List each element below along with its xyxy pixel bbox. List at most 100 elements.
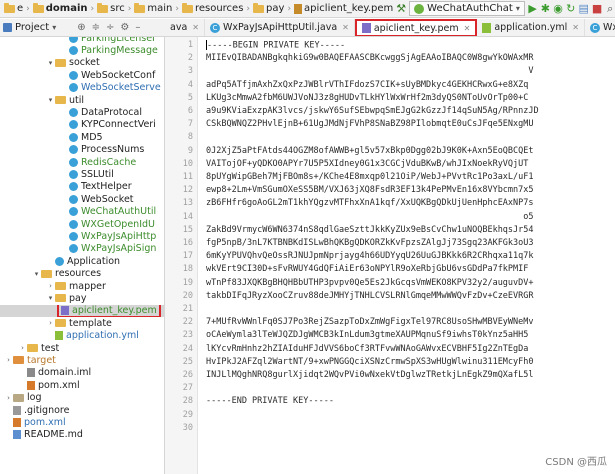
tree-item[interactable]: › template xyxy=(0,317,164,329)
chevron-down-icon[interactable]: ▾ xyxy=(52,23,56,32)
expand-arrow-icon[interactable]: › xyxy=(4,394,13,402)
tree-item[interactable]: application.yml xyxy=(0,330,164,342)
tree-item[interactable]: README.md xyxy=(0,429,164,441)
close-icon[interactable]: ✕ xyxy=(572,23,579,32)
line-number: 21 xyxy=(182,304,193,314)
class-icon xyxy=(69,194,78,204)
class-icon xyxy=(69,244,78,254)
breadcrumb-item[interactable]: pay xyxy=(253,2,284,14)
tree-item[interactable]: › mapper xyxy=(0,280,164,292)
expand-arrow-icon[interactable]: › xyxy=(46,282,55,290)
tree-item[interactable]: TextHelper xyxy=(0,181,164,193)
run-icon[interactable]: ▶ xyxy=(528,2,538,15)
tree-item[interactable]: ▾ resources xyxy=(0,268,164,280)
code-editor[interactable]: -----BEGIN PRIVATE KEY----- MIIEvQIBADANB… xyxy=(199,37,615,474)
expand-arrow-icon[interactable]: › xyxy=(4,356,13,364)
debug-icon[interactable]: ✱ xyxy=(541,2,551,15)
tree-item[interactable]: WxPayJsApiSign xyxy=(0,243,164,255)
tree-item[interactable]: ▾ util xyxy=(0,94,164,106)
tree-item[interactable]: MD5 xyxy=(0,131,164,143)
close-icon[interactable]: ✕ xyxy=(192,23,199,32)
tree-item[interactable]: › log xyxy=(0,392,164,404)
code-line: ZakBd9VrmycW6WN6374nS8qdlGaeSzttJkkKyZUx… xyxy=(206,224,534,235)
breadcrumb-item[interactable]: domain xyxy=(32,2,88,14)
tree-item[interactable]: WebSocket xyxy=(0,193,164,205)
tree-item-label: SSLUtil xyxy=(81,168,114,180)
tree-item[interactable]: .gitignore xyxy=(0,404,164,416)
tab-application-yml[interactable]: application.yml ✕ xyxy=(477,19,585,36)
tree-item[interactable]: Application xyxy=(0,255,164,267)
locate-icon[interactable]: ⊕ xyxy=(77,22,85,33)
expand-icon[interactable]: ÷ xyxy=(106,22,114,33)
tree-item-label: pom.xml xyxy=(38,379,80,391)
tab-apiclient-key-pem[interactable]: apiclient_key.pem ✕ xyxy=(354,19,478,36)
run-configuration-select[interactable]: WeChatAuthChat ▾ xyxy=(409,1,525,16)
class-icon xyxy=(69,37,78,43)
tree-item[interactable]: pom.xml xyxy=(0,379,164,391)
tree-item[interactable]: WebSocketServe xyxy=(0,82,164,94)
chevron-right-icon: › xyxy=(246,3,251,14)
tree-item[interactable]: › target xyxy=(0,354,164,366)
tree-item[interactable]: KYPConnectVeri xyxy=(0,119,164,131)
tree-item[interactable]: RedisCache xyxy=(0,156,164,168)
breadcrumb-item[interactable]: apiclient_key.pem xyxy=(294,3,393,14)
breadcrumb-item[interactable]: e xyxy=(4,2,23,14)
tree-item[interactable]: WebSocketConf xyxy=(0,69,164,81)
project-panel-label[interactable]: Project xyxy=(15,22,49,33)
folder-icon xyxy=(55,96,66,104)
gear-icon[interactable]: ⚙ xyxy=(120,22,129,33)
code-line: 0J2XjZ5aPtFAtds44OGZM8ofAWWB+gl5v57xBkp0… xyxy=(206,145,534,156)
tree-item[interactable]: WXGetOpenIdU xyxy=(0,218,164,230)
expand-arrow-icon[interactable]: ▾ xyxy=(46,96,55,104)
tree-item-label: WXGetOpenIdU xyxy=(81,218,155,230)
folder-icon xyxy=(4,2,15,13)
search-icon[interactable]: ⌕ xyxy=(605,2,615,16)
close-icon[interactable]: ✕ xyxy=(464,24,471,33)
project-panel-header: Project ▾ ⊕ ≑ ÷ ⚙ – xyxy=(0,19,165,37)
expand-arrow-icon[interactable]: ▾ xyxy=(32,270,41,278)
tree-item[interactable]: ProcessNums xyxy=(0,144,164,156)
tree-item[interactable]: WeChatAuthUtil xyxy=(0,206,164,218)
expand-arrow-icon[interactable]: ▾ xyxy=(46,59,55,67)
tree-item[interactable]: pom.xml xyxy=(0,416,164,428)
class-icon xyxy=(69,231,78,241)
tree-item[interactable]: domain.iml xyxy=(0,367,164,379)
tab-wxpaypayerbo[interactable]: C WxPayPayerBO.java ✕ xyxy=(585,19,615,36)
breadcrumb-item[interactable]: resources xyxy=(181,2,243,14)
build-icon[interactable]: ▤ xyxy=(579,2,589,15)
hammer-icon[interactable]: ⚒ xyxy=(396,2,406,15)
minimize-icon[interactable]: – xyxy=(135,22,140,33)
tree-item-label: ParkingLicenseI xyxy=(81,37,155,44)
folder-icon xyxy=(55,282,66,290)
profile-icon[interactable]: ↻ xyxy=(566,2,576,15)
tree-item[interactable]: WxPayJsApiHttp xyxy=(0,230,164,242)
tab-partial-java[interactable]: ava ✕ xyxy=(165,19,205,36)
chevron-right-icon: › xyxy=(90,3,95,14)
expand-arrow-icon[interactable]: › xyxy=(46,319,55,327)
tree-item[interactable]: apiclient_key.pem xyxy=(0,304,164,317)
tree-item[interactable]: SSLUtil xyxy=(0,168,164,180)
tree-item-label: resources xyxy=(55,268,102,280)
breadcrumb-item[interactable]: main xyxy=(134,2,172,14)
stop-icon[interactable]: ■ xyxy=(592,2,602,15)
close-icon[interactable]: ✕ xyxy=(342,23,349,32)
class-icon xyxy=(69,70,78,80)
code-line: 7+MUfRvWWnlFq0SJ7Po3RejZSazpToDxZmWgFigx… xyxy=(206,317,534,328)
chevron-right-icon: › xyxy=(127,3,132,14)
line-number: 6 xyxy=(187,106,193,116)
tree-item[interactable]: ▾ pay xyxy=(0,292,164,304)
tree-item[interactable]: › test xyxy=(0,342,164,354)
collapse-icon[interactable]: ≑ xyxy=(92,22,100,33)
coverage-icon[interactable]: ◉ xyxy=(553,2,563,15)
tree-item-label: pom.xml xyxy=(24,416,66,428)
expand-arrow-icon[interactable]: ▾ xyxy=(46,294,55,302)
tree-item[interactable]: ParkingMessage xyxy=(0,44,164,56)
tree-item[interactable]: DataProtocal xyxy=(0,106,164,118)
tree-item-label: Application xyxy=(67,255,121,267)
expand-arrow-icon[interactable]: › xyxy=(18,344,27,352)
class-icon xyxy=(69,120,78,130)
tree-item[interactable]: ParkingLicenseI xyxy=(0,37,164,44)
tree-item[interactable]: ▾ socket xyxy=(0,57,164,69)
breadcrumb-item[interactable]: src xyxy=(97,2,125,14)
tab-wxpayjsapihttputil[interactable]: C WxPayJsApiHttpUtil.java ✕ xyxy=(205,19,355,36)
